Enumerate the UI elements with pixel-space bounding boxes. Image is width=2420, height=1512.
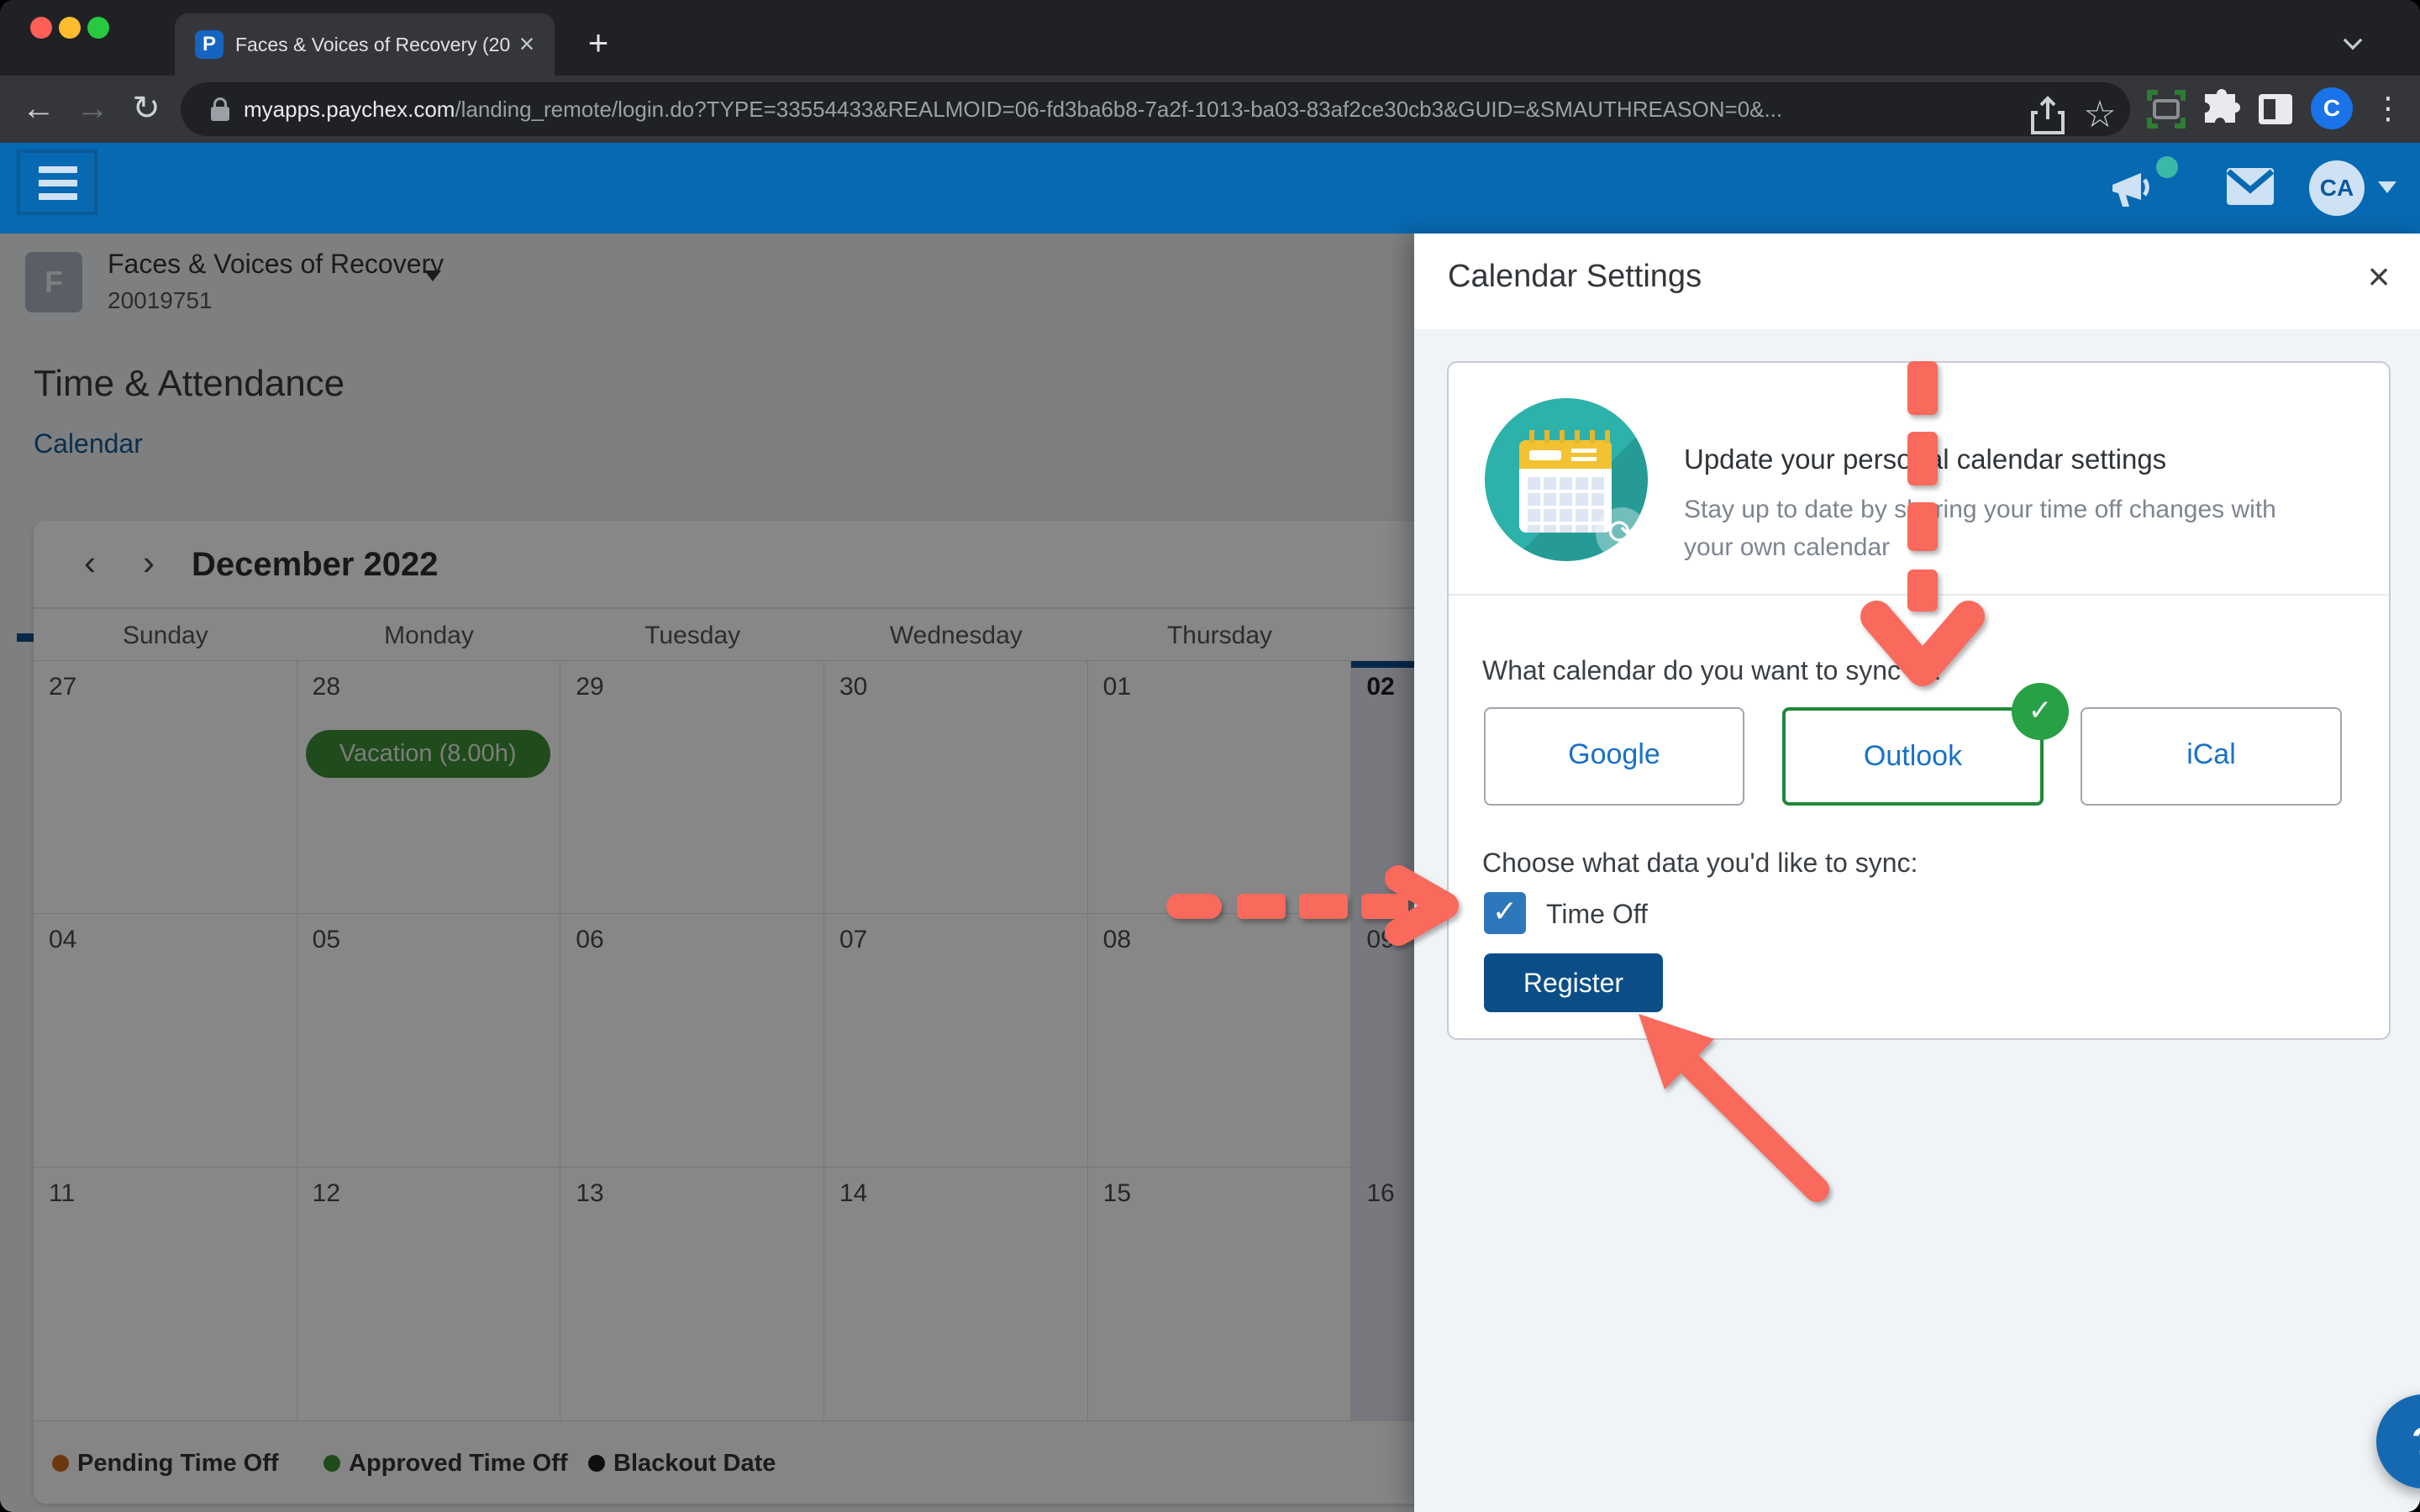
announcements-icon[interactable] bbox=[2107, 163, 2161, 213]
settings-heading: Update your personal calendar settings bbox=[1684, 444, 2166, 475]
traffic-light-minimize[interactable] bbox=[59, 17, 81, 39]
provider-button-google[interactable]: Google bbox=[1484, 707, 1744, 806]
data-question: Choose what data you'd like to sync: bbox=[1482, 848, 1918, 879]
traffic-light-close[interactable] bbox=[30, 17, 52, 39]
browser-toolbar: ← → ↻ myapps.paychex.com/landing_remote/… bbox=[0, 76, 2420, 143]
calendar-sync-illustration: ⟳ bbox=[1485, 398, 1648, 561]
messages-icon[interactable] bbox=[2227, 168, 2274, 205]
tab-strip: P Faces & Voices of Recovery (20 × + bbox=[0, 0, 2420, 76]
paychex-favicon: P bbox=[195, 30, 224, 59]
lock-icon bbox=[211, 97, 229, 121]
time-off-label: Time Off bbox=[1546, 899, 1648, 930]
register-button[interactable]: Register bbox=[1484, 953, 1663, 1012]
time-off-checkbox[interactable]: ✓ bbox=[1484, 892, 1526, 934]
extensions-puzzle-icon[interactable] bbox=[2195, 82, 2249, 136]
page-viewport: CA F Faces & Voices of Recovery 20019751… bbox=[0, 143, 2420, 1512]
hamburger-menu-icon[interactable] bbox=[17, 150, 97, 215]
browser-window: P Faces & Voices of Recovery (20 × + ← →… bbox=[0, 0, 2420, 1512]
screenshot-extension-icon[interactable] bbox=[2139, 82, 2193, 136]
close-icon[interactable]: × bbox=[2354, 252, 2404, 302]
reload-button[interactable]: ↻ bbox=[121, 76, 171, 143]
paychex-app-bar: CA bbox=[0, 143, 2420, 234]
share-icon[interactable] bbox=[2021, 89, 2075, 143]
new-tab-button[interactable]: + bbox=[576, 22, 620, 66]
panel-title: Calendar Settings bbox=[1448, 259, 1702, 295]
settings-card: ⟳ Update your personal calendar settings… bbox=[1447, 361, 2391, 1040]
settings-subheading: Stay up to date by sharing your time off… bbox=[1684, 491, 2323, 566]
sync-arrows-icon: ⟳ bbox=[1596, 507, 1648, 559]
side-panel-icon[interactable] bbox=[2249, 82, 2302, 136]
divider bbox=[1449, 594, 2389, 596]
url-text: myapps.paychex.com/landing_remote/login.… bbox=[244, 82, 2033, 136]
forward-button[interactable]: → bbox=[67, 76, 118, 143]
url-path: /landing_remote/login.do?TYPE=33554433&R… bbox=[455, 97, 1782, 122]
user-avatar[interactable]: CA bbox=[2309, 160, 2365, 216]
notification-dot bbox=[2156, 156, 2178, 178]
panel-header: Calendar Settings × bbox=[1414, 234, 2420, 329]
browser-profile-avatar[interactable]: C bbox=[2311, 87, 2353, 129]
provider-label: Outlook bbox=[1864, 711, 1962, 802]
back-button[interactable]: ← bbox=[13, 76, 64, 143]
traffic-light-zoom[interactable] bbox=[87, 17, 109, 39]
tab-title: Faces & Voices of Recovery (20 bbox=[235, 13, 513, 76]
provider-button-ical[interactable]: iCal bbox=[2081, 707, 2342, 806]
provider-label: iCal bbox=[2186, 709, 2236, 801]
address-bar[interactable]: myapps.paychex.com/landing_remote/login.… bbox=[181, 82, 2130, 136]
provider-label: Google bbox=[1568, 709, 1660, 801]
provider-button-outlook[interactable]: Outlook bbox=[1782, 707, 2044, 806]
sync-question: What calendar do you want to sync to? bbox=[1482, 655, 1945, 686]
tab-close-icon[interactable]: × bbox=[511, 29, 543, 60]
bookmark-star-icon[interactable]: ☆ bbox=[2075, 82, 2125, 150]
selected-check-badge: ✓ bbox=[2012, 683, 2069, 740]
user-menu-caret-icon[interactable] bbox=[2378, 181, 2396, 193]
calendar-settings-panel: Calendar Settings × ⟳ Update your person… bbox=[1414, 234, 2420, 1512]
browser-menu-icon[interactable]: ⋮ bbox=[2371, 82, 2405, 136]
chevron-down-icon[interactable] bbox=[2341, 30, 2366, 45]
browser-tab[interactable]: P Faces & Voices of Recovery (20 × bbox=[175, 13, 555, 76]
overlay-scrim[interactable] bbox=[0, 234, 1414, 1512]
url-host: myapps.paychex.com bbox=[244, 97, 455, 122]
